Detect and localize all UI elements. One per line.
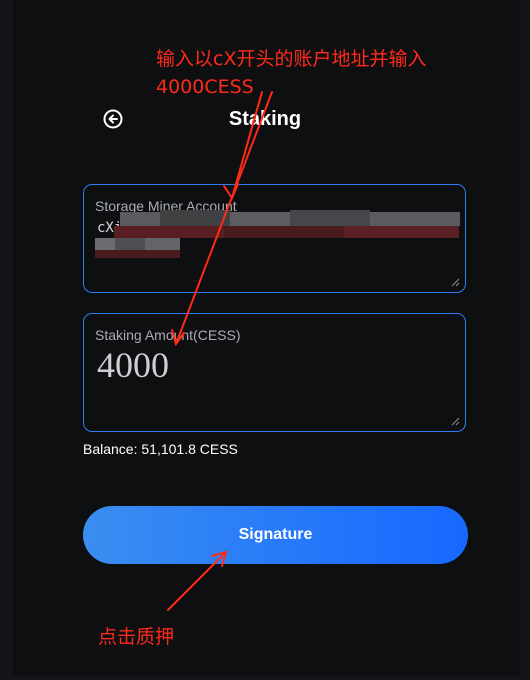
resize-grip-icon[interactable] [451,278,460,287]
amount-input[interactable]: 4000 [95,342,459,417]
signature-button[interactable]: Signature [83,506,468,564]
amount-field-label: Staking Amount(CESS) [95,327,241,343]
annotation-enter-address: 输入以cX开头的账户地址并输入4000CESS [156,48,427,98]
staking-amount-field[interactable]: Staking Amount(CESS) 4000 [83,313,466,432]
redaction-mosaic [95,210,460,258]
storage-miner-account-field[interactable]: Storage Miner Account cXi [83,184,466,293]
annotation-click-stake: 点击质押 [98,626,175,648]
balance-text: Balance: 51,101.8 CESS [83,441,238,457]
page-title: Staking [228,108,302,130]
resize-grip-icon[interactable] [451,417,460,426]
